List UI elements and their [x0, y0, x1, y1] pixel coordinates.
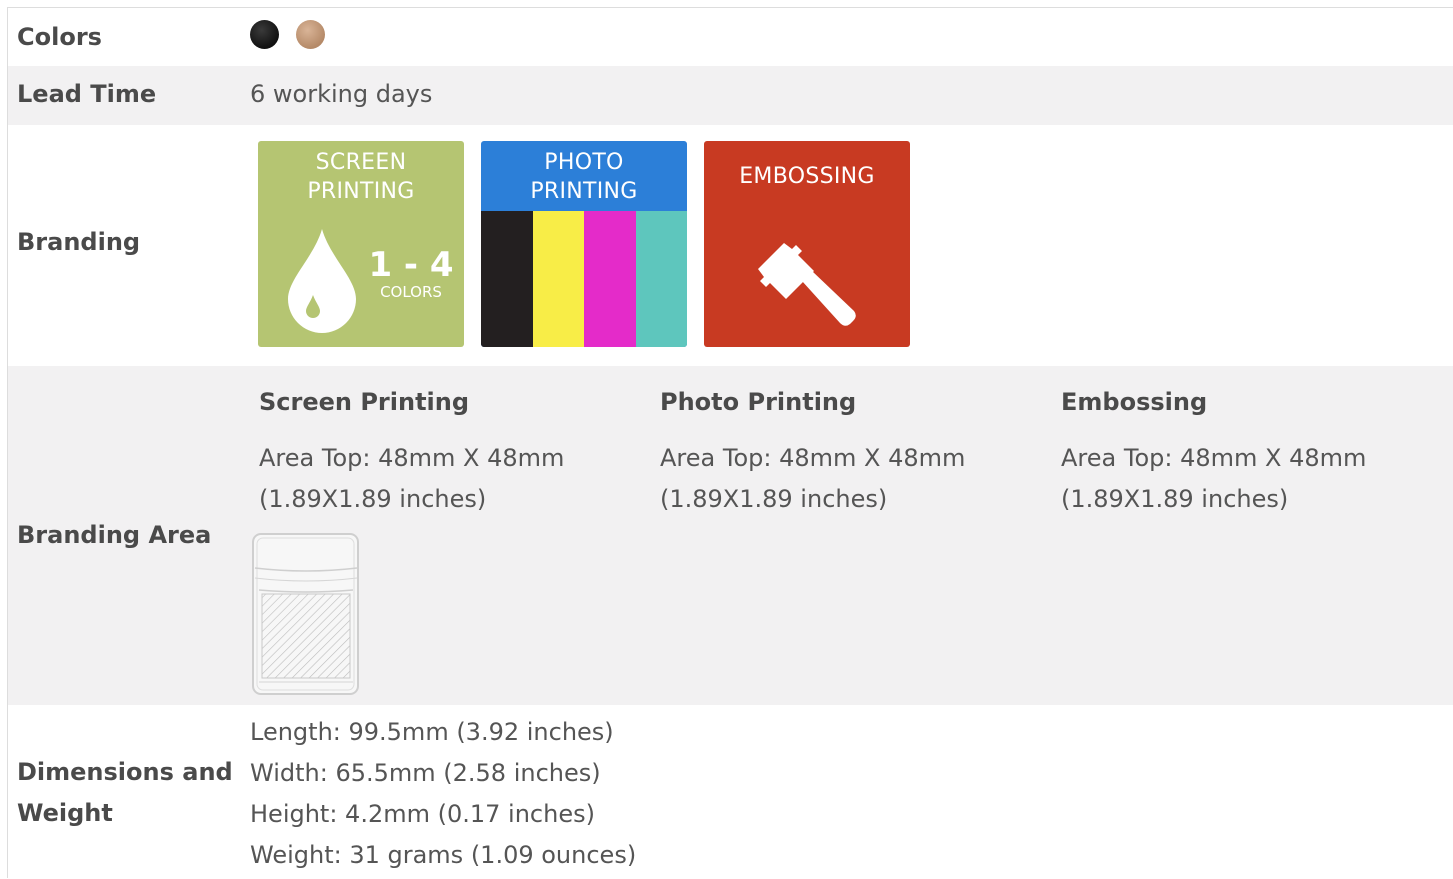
- branding-area-row: Branding Area Screen Printing Area Top: …: [8, 366, 1453, 705]
- colors-label: Colors: [17, 23, 102, 51]
- hammer-icon: [758, 243, 856, 326]
- photo-printing-badge[interactable]: PHOTO PRINTING: [481, 141, 687, 347]
- ink-drop-icon: [288, 229, 356, 333]
- cmyk-bar-yellow: [532, 211, 584, 347]
- badge-title: PRINTING: [530, 179, 638, 204]
- color-swatch-tan[interactable]: [296, 20, 325, 49]
- color-swatch-black[interactable]: [250, 20, 279, 49]
- height-value: Height: 4.2mm (0.17 inches): [250, 800, 595, 828]
- weight-value: Weight: 31 grams (1.09 ounces): [250, 841, 637, 869]
- badge-title: SCREEN: [315, 150, 407, 175]
- method-area-line: Area Top: 48mm X 48mm: [259, 444, 565, 472]
- cmyk-bar-black: [481, 211, 533, 347]
- colors-row: Colors: [8, 8, 1453, 66]
- product-spec-table: Colors Lead Time 6 working days Branding…: [7, 7, 1453, 878]
- photo-printing-area: Photo Printing Area Top: 48mm X 48mm (1.…: [660, 382, 1040, 520]
- branding-area-label: Branding Area: [17, 521, 212, 549]
- badge-title: PHOTO: [544, 150, 624, 175]
- badge-title: EMBOSSING: [739, 164, 875, 189]
- width-value: Width: 65.5mm (2.58 inches): [250, 759, 601, 787]
- method-area-text: Area Top: 48mm X 48mm (1.89X1.89 inches): [259, 438, 639, 520]
- method-area-line: (1.89X1.89 inches): [1061, 485, 1289, 513]
- cmyk-bar-magenta: [584, 211, 636, 347]
- method-title: Photo Printing: [660, 388, 857, 416]
- method-area-text: Area Top: 48mm X 48mm (1.89X1.89 inches): [660, 438, 1040, 520]
- dimensions-label-line: Weight: [17, 799, 113, 827]
- method-title: Embossing: [1061, 388, 1208, 416]
- dimensions-label-line: Dimensions and: [17, 758, 233, 786]
- dimensions-row: Dimensions and Weight Length: 99.5mm (3.…: [8, 705, 1453, 878]
- lead-time-label: Lead Time: [17, 80, 157, 108]
- method-area-line: (1.89X1.89 inches): [660, 485, 888, 513]
- cmyk-bars-icon: [481, 211, 687, 347]
- cmyk-bar-cyan: [635, 211, 687, 347]
- lead-time-row: Lead Time 6 working days: [8, 66, 1453, 125]
- dimensions-label: Dimensions and Weight: [17, 752, 233, 834]
- screen-printing-area: Screen Printing Area Top: 48mm X 48mm (1…: [259, 382, 639, 520]
- dimensions-values: Length: 99.5mm (3.92 inches) Width: 65.5…: [250, 712, 636, 876]
- length-value: Length: 99.5mm (3.92 inches): [250, 718, 614, 746]
- color-count-sub: COLORS: [380, 283, 442, 301]
- method-area-line: Area Top: 48mm X 48mm: [1061, 444, 1367, 472]
- embossing-badge[interactable]: EMBOSSING: [704, 141, 910, 347]
- badge-title: PRINTING: [307, 179, 415, 204]
- method-title: Screen Printing: [259, 388, 470, 416]
- method-area-line: Area Top: 48mm X 48mm: [660, 444, 966, 472]
- lead-time-value: 6 working days: [250, 80, 433, 108]
- branding-label: Branding: [17, 228, 141, 256]
- product-branding-area-image: [252, 533, 359, 695]
- screen-printing-badge[interactable]: SCREEN PRINTING 1 - 4 COLORS: [258, 141, 464, 347]
- branding-row: Branding SCREEN PRINTING 1 - 4 COLORS PH…: [8, 125, 1453, 366]
- method-area-line: (1.89X1.89 inches): [259, 485, 487, 513]
- embossing-area: Embossing Area Top: 48mm X 48mm (1.89X1.…: [1061, 382, 1441, 520]
- color-count: 1 - 4: [368, 245, 454, 285]
- method-area-text: Area Top: 48mm X 48mm (1.89X1.89 inches): [1061, 438, 1441, 520]
